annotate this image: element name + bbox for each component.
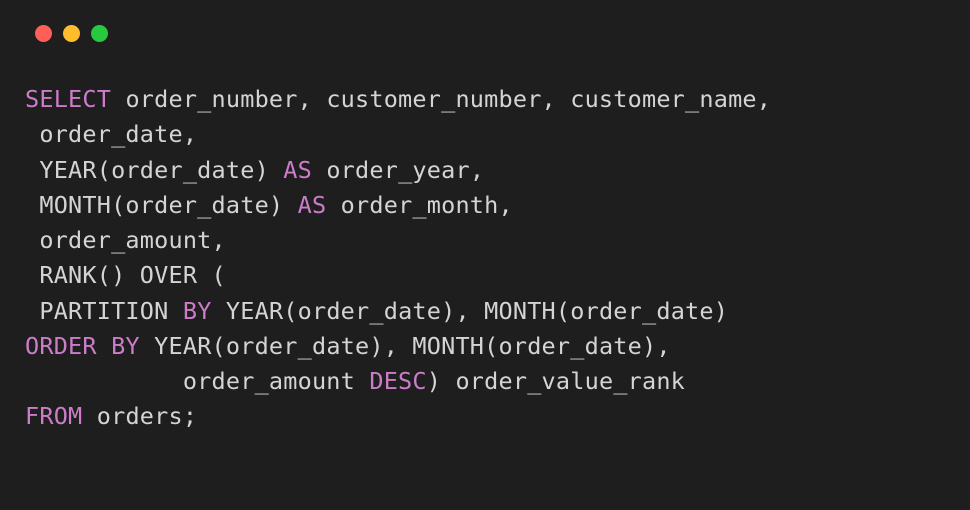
keyword-from: FROM [25,402,82,430]
code-text: ) order_value_rank [427,367,685,395]
code-text: YEAR(order_date), MONTH(order_date) [212,297,729,325]
code-text: order_year, [312,156,484,184]
code-text: order_amount [25,367,369,395]
keyword-as: AS [283,156,312,184]
keyword-select: SELECT [25,85,111,113]
code-text: RANK() OVER ( [25,261,226,289]
code-text: PARTITION [25,297,183,325]
code-text: order_date, [25,120,197,148]
code-text: YEAR(order_date), MONTH(order_date), [140,332,671,360]
code-text: MONTH(order_date) [25,191,298,219]
keyword-desc: DESC [369,367,426,395]
keyword-orderby: ORDER BY [25,332,140,360]
keyword-by: BY [183,297,212,325]
keyword-as: AS [298,191,327,219]
minimize-icon[interactable] [63,25,80,42]
code-text: order_number, customer_number, customer_… [111,85,771,113]
code-text: order_month, [326,191,513,219]
close-icon[interactable] [35,25,52,42]
maximize-icon[interactable] [91,25,108,42]
window-controls [25,25,945,42]
code-block: SELECT order_number, customer_number, cu… [25,82,945,435]
code-text: orders; [82,402,197,430]
code-text: order_amount, [25,226,226,254]
code-text: YEAR(order_date) [25,156,283,184]
